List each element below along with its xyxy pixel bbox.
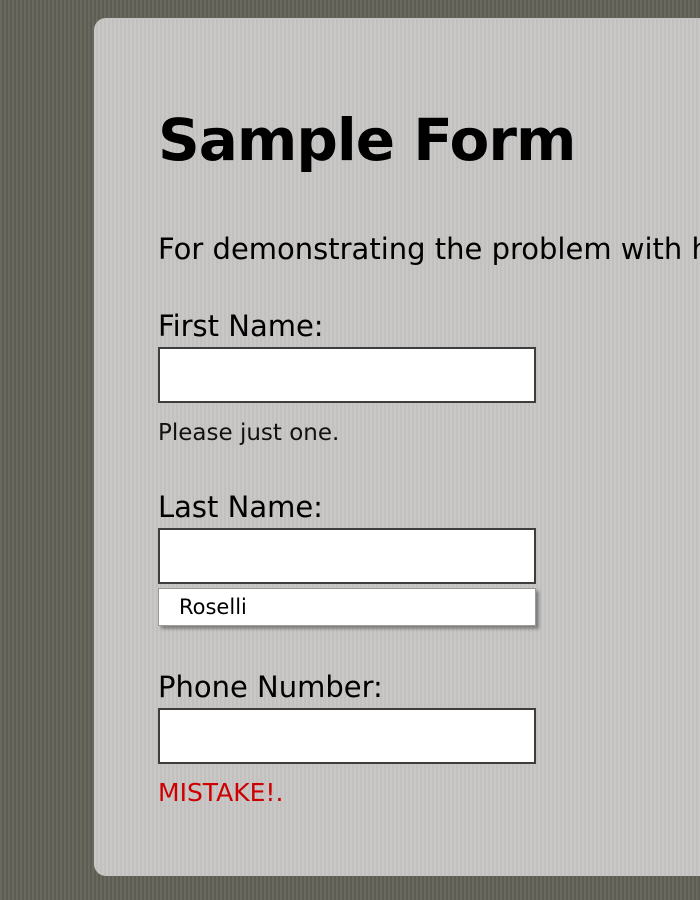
- first-name-label: First Name:: [158, 309, 324, 343]
- phone-number-error: MISTAKE!.: [158, 778, 284, 807]
- form-description: For demonstrating the problem with hin: [158, 232, 700, 266]
- page-title: Sample Form: [158, 106, 576, 174]
- phone-number-label: Phone Number:: [158, 670, 383, 704]
- first-name-hint: Please just one.: [158, 420, 340, 446]
- autocomplete-dropdown: Roselli: [158, 588, 536, 626]
- last-name-field[interactable]: [158, 528, 536, 584]
- phone-number-field[interactable]: [158, 708, 536, 764]
- form-card: Sample Form For demonstrating the proble…: [94, 18, 700, 876]
- last-name-label: Last Name:: [158, 490, 323, 524]
- first-name-field[interactable]: [158, 347, 536, 403]
- autocomplete-suggestion[interactable]: Roselli: [179, 593, 247, 621]
